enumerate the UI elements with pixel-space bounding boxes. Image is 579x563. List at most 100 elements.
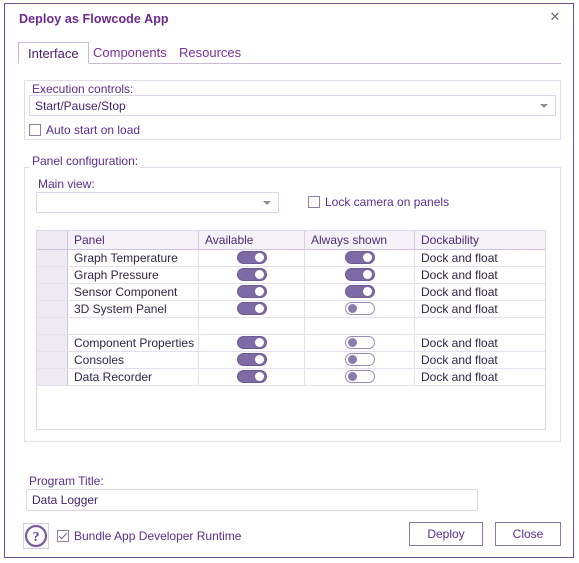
lock-camera-label: Lock camera on panels — [325, 195, 450, 209]
toggle-always-shown[interactable] — [344, 353, 375, 366]
execution-controls-value: Start/Pause/Stop — [35, 99, 126, 113]
cell-always-shown[interactable] — [305, 318, 415, 334]
toggle-always-shown[interactable] — [344, 285, 375, 298]
toggle-knob — [347, 372, 357, 381]
toggle-knob — [347, 355, 357, 364]
toggle-knob — [362, 253, 372, 262]
toggle-always-shown[interactable] — [344, 268, 375, 281]
grid-corner-cell — [37, 231, 68, 249]
cell-always-shown[interactable] — [305, 250, 415, 266]
toggle-available[interactable] — [236, 251, 267, 264]
toggle-knob — [254, 355, 264, 364]
table-row[interactable]: Data Recorder Dock and float — [37, 369, 545, 386]
cell-available[interactable] — [199, 335, 305, 351]
cell-dockability: Dock and float — [421, 251, 498, 265]
cell-panel: Component Properties — [68, 335, 199, 351]
cell-dockability: Dock and float — [421, 370, 498, 384]
program-title-input[interactable]: Data Logger — [26, 489, 478, 511]
cell-always-shown[interactable] — [305, 369, 415, 385]
table-row[interactable]: Graph Temperature Dock and float — [37, 250, 545, 267]
tab-resources[interactable]: Resources — [170, 42, 250, 64]
panels-grid-header: Panel Available Always shown Dockability — [37, 231, 545, 250]
row-header-cell[interactable] — [37, 352, 68, 368]
toggle-knob — [362, 270, 372, 279]
row-header-cell[interactable] — [37, 369, 68, 385]
cell-available[interactable] — [199, 352, 305, 368]
cell-panel: 3D System Panel — [68, 301, 199, 317]
toggle-knob — [254, 287, 264, 296]
column-header-always-shown[interactable]: Always shown — [305, 231, 415, 249]
bundle-runtime-checkbox-row[interactable]: Bundle App Developer Runtime — [57, 528, 241, 544]
row-header-cell[interactable] — [37, 318, 68, 334]
cell-available[interactable] — [199, 284, 305, 300]
tab-strip: Interface Components Resources — [18, 42, 561, 64]
bundle-runtime-checkbox[interactable] — [57, 530, 69, 542]
toggle-available[interactable] — [236, 336, 267, 349]
row-header-cell[interactable] — [37, 267, 68, 283]
column-header-panel[interactable]: Panel — [68, 231, 199, 249]
window-title: Deploy as Flowcode App — [19, 12, 169, 26]
close-button[interactable]: Close — [495, 522, 561, 546]
cell-dockability: Dock and float — [421, 336, 498, 350]
deploy-button[interactable]: Deploy — [409, 522, 483, 546]
cell-always-shown[interactable] — [305, 284, 415, 300]
toggle-knob — [254, 304, 264, 313]
cell-dockability: Dock and float — [421, 285, 498, 299]
toggle-always-shown[interactable] — [344, 370, 375, 383]
panels-grid[interactable]: Panel Available Always shown Dockability… — [36, 230, 546, 430]
auto-start-checkbox[interactable] — [29, 124, 41, 136]
row-header-cell[interactable] — [37, 284, 68, 300]
toggle-always-shown[interactable] — [344, 251, 375, 264]
row-header-cell[interactable] — [37, 250, 68, 266]
cell-available[interactable] — [199, 369, 305, 385]
lock-camera-checkbox-row[interactable]: Lock camera on panels — [308, 194, 449, 210]
table-row[interactable]: Sensor Component Dock and float — [37, 284, 545, 301]
column-header-available[interactable]: Available — [199, 231, 305, 249]
column-header-dockability[interactable]: Dockability — [415, 231, 545, 249]
table-row[interactable]: Consoles Dock and float — [37, 352, 545, 369]
toggle-always-shown[interactable] — [344, 336, 375, 349]
toggle-knob — [362, 287, 372, 296]
row-header-cell[interactable] — [37, 335, 68, 351]
table-row[interactable] — [37, 318, 545, 335]
cell-always-shown[interactable] — [305, 335, 415, 351]
table-row[interactable]: 3D System Panel Dock and float — [37, 301, 545, 318]
cell-always-shown[interactable] — [305, 267, 415, 283]
main-view-combo[interactable] — [36, 192, 279, 213]
cell-panel — [68, 318, 199, 334]
svg-text:?: ? — [33, 530, 40, 545]
cell-dockability: Dock and float — [421, 302, 498, 316]
table-row[interactable]: Graph Pressure Dock and float — [37, 267, 545, 284]
row-header-cell[interactable] — [37, 301, 68, 317]
toggle-available[interactable] — [236, 353, 267, 366]
toggle-available[interactable] — [236, 268, 267, 281]
program-title-label: Program Title: — [29, 474, 104, 488]
cell-always-shown[interactable] — [305, 352, 415, 368]
toggle-always-shown[interactable] — [344, 302, 375, 315]
cell-available[interactable] — [199, 318, 305, 334]
tab-components[interactable]: Components — [84, 42, 176, 64]
cell-panel: Data Recorder — [68, 369, 199, 385]
help-icon[interactable]: ? — [23, 523, 49, 549]
lock-camera-checkbox[interactable] — [308, 196, 320, 208]
cell-dockability — [415, 318, 545, 334]
title-bar: Deploy as Flowcode App ✕ — [5, 4, 573, 34]
cell-available[interactable] — [199, 301, 305, 317]
program-title-value: Data Logger — [32, 493, 99, 507]
tab-interface[interactable]: Interface — [18, 42, 89, 64]
toggle-knob — [254, 372, 264, 381]
cell-always-shown[interactable] — [305, 301, 415, 317]
auto-start-checkbox-row[interactable]: Auto start on load — [29, 122, 140, 138]
cell-dockability: Dock and float — [421, 353, 498, 367]
cell-panel: Graph Pressure — [68, 267, 199, 283]
execution-controls-combo[interactable]: Start/Pause/Stop — [29, 95, 556, 116]
table-row[interactable]: Component Properties Dock and float — [37, 335, 545, 352]
cell-available[interactable] — [199, 267, 305, 283]
toggle-available[interactable] — [236, 370, 267, 383]
toggle-available[interactable] — [236, 302, 267, 315]
close-icon[interactable]: ✕ — [546, 9, 564, 27]
toggle-knob — [254, 270, 264, 279]
toggle-knob — [347, 304, 357, 313]
cell-available[interactable] — [199, 250, 305, 266]
toggle-available[interactable] — [236, 285, 267, 298]
